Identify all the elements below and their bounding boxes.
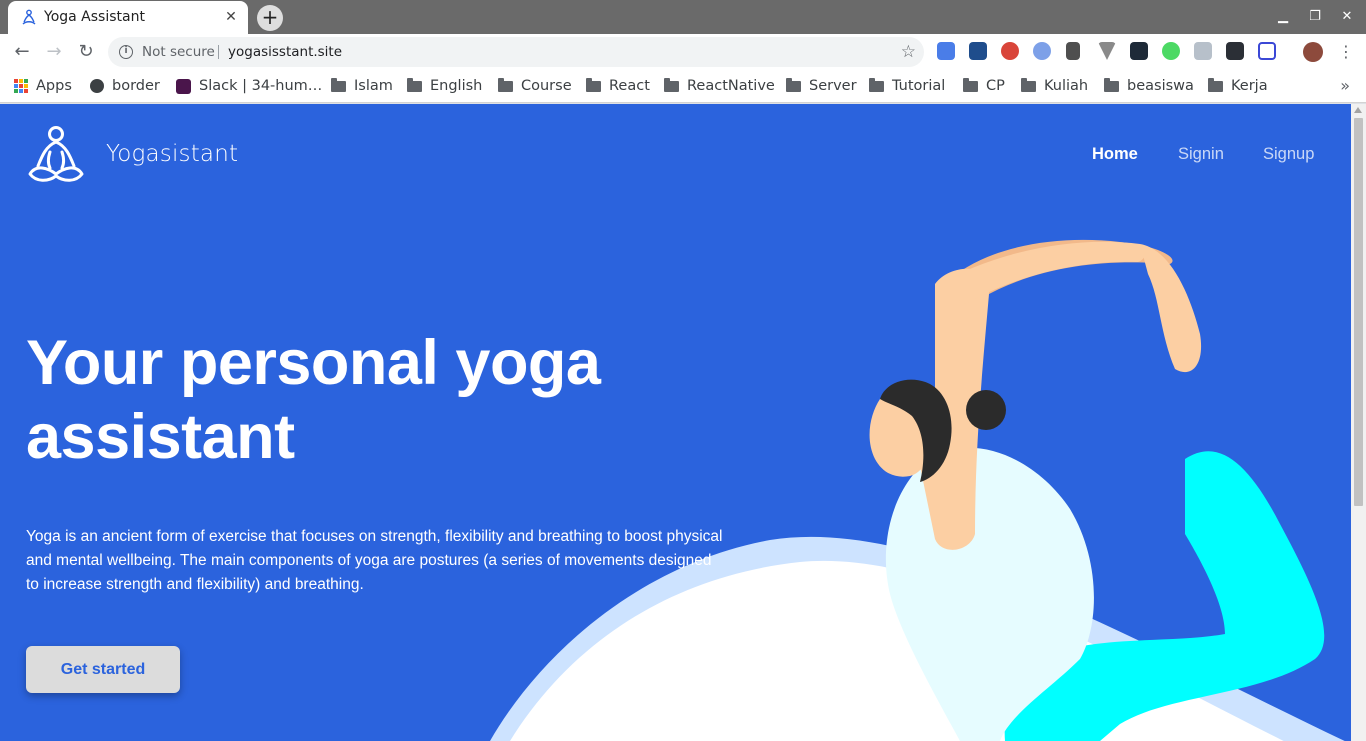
browser-toolbar: ← → ↻ i Not secure yogasisstant.site ☆ ⋮	[0, 34, 1366, 70]
bookmark-apps[interactable]: Apps	[14, 76, 72, 96]
address-bar[interactable]: i Not secure yogasisstant.site ☆	[108, 37, 924, 67]
globe-icon	[90, 79, 104, 93]
hero-title: Your personal yoga assistant	[26, 328, 601, 472]
browser-tab-strip: Yoga Assistant ✕ + ▁ ❐ ✕	[0, 0, 1366, 34]
bookmark-kuliah[interactable]: Kuliah	[1021, 76, 1088, 96]
page-scrollbar[interactable]	[1351, 104, 1366, 741]
folder-icon	[1208, 77, 1223, 92]
vue-extension-icon[interactable]	[1098, 42, 1116, 60]
get-started-button[interactable]: Get started	[26, 646, 180, 693]
back-arrow-icon[interactable]: ←	[10, 40, 34, 64]
bookmarks-bar: Apps border Slack | 34-hum… Islam Englis…	[0, 70, 1366, 103]
url-text[interactable]: yogasisstant.site	[228, 44, 342, 60]
bookmark-react[interactable]: React	[586, 76, 650, 96]
bookmark-label: Slack | 34-hum…	[199, 78, 323, 94]
profile-avatar[interactable]	[1303, 42, 1323, 62]
folder-icon	[331, 77, 346, 92]
folder-icon	[498, 77, 513, 92]
forward-arrow-icon[interactable]: →	[42, 40, 66, 64]
bookmark-label: Kerja	[1231, 78, 1268, 94]
folder-icon	[786, 77, 801, 92]
scroll-up-arrow-icon[interactable]	[1354, 107, 1362, 113]
folder-icon	[664, 77, 679, 92]
bookmark-label: beasiswa	[1127, 78, 1194, 94]
scrollbar-thumb[interactable]	[1354, 118, 1363, 506]
bookmark-border[interactable]: border	[90, 76, 160, 96]
bookmark-label: Apps	[36, 78, 72, 94]
new-tab-button[interactable]: +	[257, 5, 283, 31]
color-extension-icon[interactable]	[1001, 42, 1019, 60]
toolbox-extension-icon[interactable]	[969, 42, 987, 60]
bookmark-label: English	[430, 78, 483, 94]
nav-signin-link[interactable]: Signin	[1178, 145, 1224, 164]
slack-icon	[176, 78, 191, 94]
bookmark-label: Islam	[354, 78, 393, 94]
omnibox-divider	[218, 45, 219, 59]
folder-icon	[586, 77, 601, 92]
bookmark-kerja[interactable]: Kerja	[1208, 76, 1268, 96]
recorder-extension-icon[interactable]	[1162, 42, 1180, 60]
bookmark-slack[interactable]: Slack | 34-hum…	[176, 76, 322, 96]
translate-extension-icon[interactable]	[937, 42, 955, 60]
terminal-extension-icon[interactable]	[1226, 42, 1244, 60]
browser-tab[interactable]: Yoga Assistant ✕	[8, 1, 248, 34]
folder-icon	[1021, 77, 1036, 92]
nav-signup-link[interactable]: Signup	[1263, 145, 1314, 164]
bookmark-server[interactable]: Server	[786, 76, 857, 96]
apps-icon	[14, 79, 28, 93]
tab-title: Yoga Assistant	[44, 9, 145, 25]
bookmark-label: CP	[986, 78, 1005, 94]
info-icon[interactable]: i	[119, 45, 133, 59]
bookmark-label: Course	[521, 78, 572, 94]
bookmark-label: Kuliah	[1044, 78, 1089, 94]
bookmark-label: ReactNative	[687, 78, 775, 94]
react-extension-icon[interactable]	[1130, 42, 1148, 60]
bookmark-label: Server	[809, 78, 857, 94]
close-window-icon[interactable]: ✕	[1338, 8, 1356, 26]
bookmark-label: React	[609, 78, 650, 94]
bracket-extension-icon[interactable]	[1033, 42, 1051, 60]
brand-name[interactable]: Yogasistant	[106, 141, 238, 167]
folder-icon	[1104, 77, 1119, 92]
browser-menu-icon[interactable]: ⋮	[1338, 41, 1354, 63]
bookmark-course[interactable]: Course	[498, 76, 572, 96]
bookmark-label: Tutorial	[892, 78, 946, 94]
bookmark-label: border	[112, 78, 160, 94]
bookmark-islam[interactable]: Islam	[331, 76, 393, 96]
bookmarks-overflow-icon[interactable]: »	[1340, 76, 1350, 95]
folder-icon	[963, 77, 978, 92]
bookmark-cp[interactable]: CP	[963, 76, 1005, 96]
reload-icon[interactable]: ↻	[74, 40, 98, 64]
yoga-favicon-icon	[22, 9, 36, 25]
bookmark-beasiswa[interactable]: beasiswa	[1104, 76, 1194, 96]
folder-icon	[869, 77, 884, 92]
page-viewport: Yogasistant Home Signin Signup Your pers…	[0, 104, 1351, 741]
bookmark-english[interactable]: English	[407, 76, 482, 96]
yoga-logo-icon	[28, 126, 84, 182]
tree-extension-icon[interactable]	[1194, 42, 1212, 60]
hero-description: Yoga is an ancient form of exercise that…	[26, 528, 723, 593]
bookmark-reactnative[interactable]: ReactNative	[664, 76, 775, 96]
tab-close-icon[interactable]: ✕	[222, 8, 240, 26]
bookmark-star-icon[interactable]: ☆	[901, 42, 916, 62]
maximize-icon[interactable]: ❐	[1306, 8, 1324, 26]
folder-icon	[407, 77, 422, 92]
grid-extension-icon[interactable]	[1258, 42, 1276, 60]
bookmark-tutorial[interactable]: Tutorial	[869, 76, 945, 96]
eyedropper-extension-icon[interactable]	[1066, 42, 1080, 60]
minimize-icon[interactable]: ▁	[1274, 8, 1292, 26]
security-label[interactable]: Not secure	[142, 44, 215, 60]
nav-home-link[interactable]: Home	[1092, 145, 1138, 164]
